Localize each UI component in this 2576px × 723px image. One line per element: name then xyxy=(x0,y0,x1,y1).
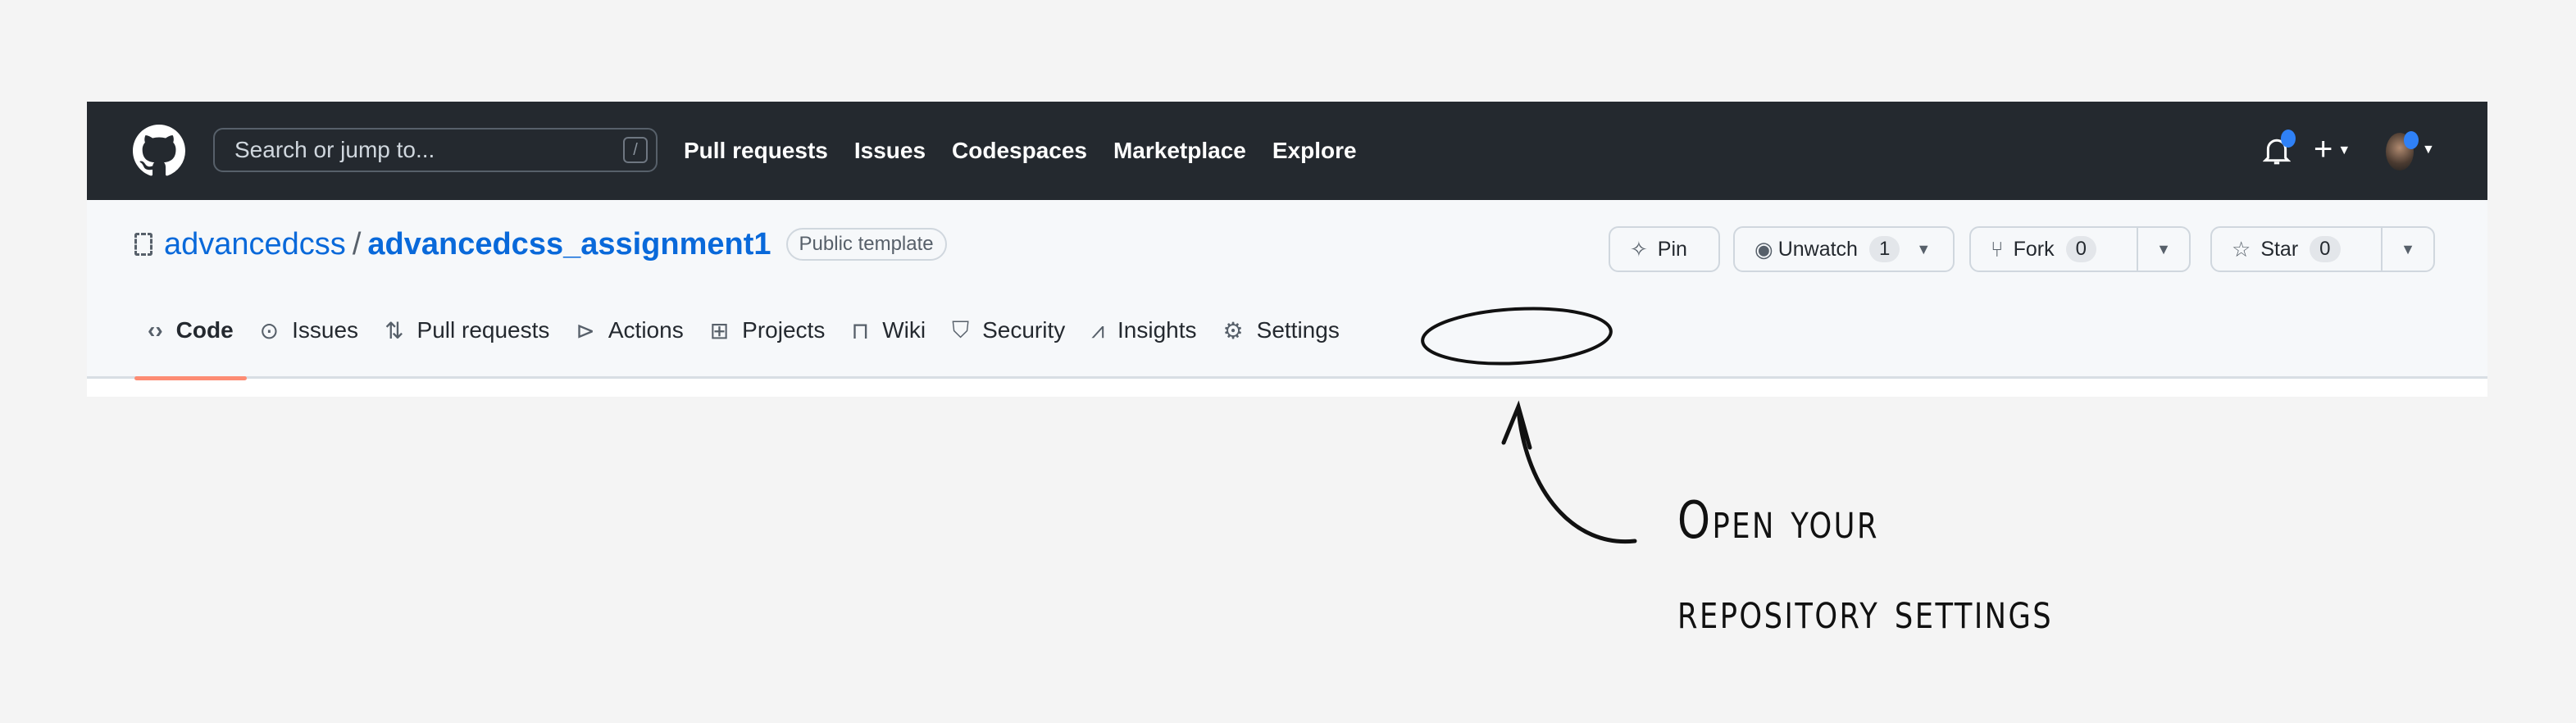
highlight-circle xyxy=(1421,307,1613,366)
annotation-line-1: Open your xyxy=(1677,490,1879,550)
annotation-line-2: repository settings xyxy=(1677,580,2054,640)
annotation-drawing xyxy=(1421,307,1637,544)
arrow-icon xyxy=(1501,400,1637,544)
